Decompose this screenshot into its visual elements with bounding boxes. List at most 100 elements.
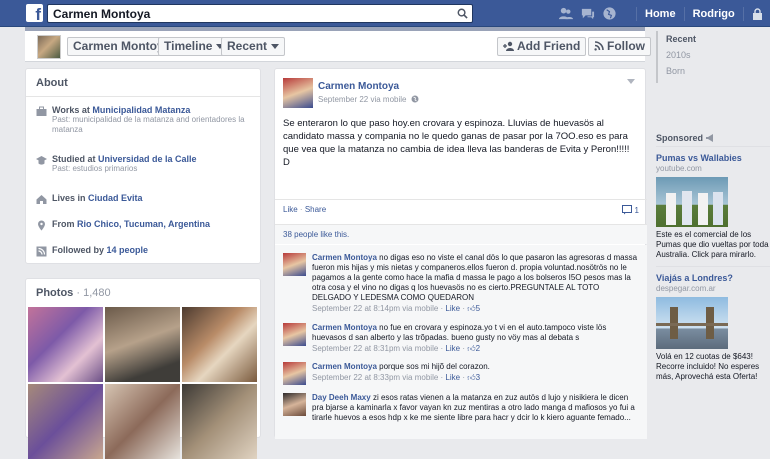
about-followers: Followed by 14 people [36,245,148,257]
photos-title[interactable]: Photos [36,287,73,299]
comment-author[interactable]: Day Deeh Maxy [312,393,371,402]
comment-avatar[interactable] [283,362,306,385]
comment-like-link[interactable]: Like [445,304,460,313]
briefcase-icon [36,106,47,116]
search-icon[interactable] [457,8,468,19]
photo-thumbnail[interactable] [28,384,103,459]
ad2-domain: despegar.com.ar [656,284,716,293]
add-friend-button[interactable]: Add Friend [497,37,587,56]
timeline-label: Timeline [164,39,213,53]
comment-meta: September 22 at 8:33pm via mobile · Like… [312,373,481,382]
lives-link[interactable]: Ciudad Evita [88,193,143,203]
timeline-scrubber: Recent 2010s Born [656,31,770,83]
comments-list: Carmen Montoya no digas eso no viste el … [275,245,647,439]
scrubber-item-born[interactable]: Born [666,63,770,79]
photo-thumbnail[interactable] [105,307,180,382]
search-input[interactable] [48,5,448,22]
comment-avatar[interactable] [283,323,306,346]
comment-author[interactable]: Carmen Montoya [312,323,377,332]
thumbs-up-icon: 👍︎ [467,373,476,382]
followers-link[interactable]: 14 people [107,245,149,255]
follow-button[interactable]: Follow [588,37,651,56]
likes-link[interactable]: 38 people like this. [283,230,349,239]
share-link[interactable]: Share [305,205,326,214]
about-title[interactable]: About [26,69,260,97]
add-friend-label: Add Friend [517,39,581,53]
like-link[interactable]: Like [283,205,298,214]
follow-label: Follow [607,39,645,53]
comment-bubble-icon [621,205,632,215]
profile-name-label: Carmen Montoya [73,39,171,53]
work-past: Past: municipalidad de la matanza and or… [52,115,245,134]
from-link[interactable]: Rio Chico, Tucuman, Argentina [77,219,210,229]
nav-profile-link[interactable]: Rodrigo [693,8,735,20]
recent-dropdown[interactable]: Recent [221,37,286,56]
comment-meta: September 22 at 8:14pm via mobile · Like… [312,304,481,313]
messages-icon[interactable] [580,6,595,21]
post-actions: Like · Share 1 [275,199,647,221]
post-timestamp: September 22 via mobile [318,95,419,104]
comment-like-link[interactable]: Like [445,344,460,353]
friend-requests-icon[interactable] [558,6,573,21]
ad2-image[interactable] [656,297,728,349]
privacy-globe-icon [411,95,419,103]
ad1-image[interactable] [656,177,728,227]
profile-header: Carmen Montoya Timeline Recent Add Frien… [25,31,651,62]
follow-rss-icon [594,41,604,51]
photo-thumbnail[interactable] [28,307,103,382]
comment-count[interactable]: 1 [621,205,639,215]
comment-author[interactable]: Carmen Montoya [312,362,377,371]
privacy-lock-icon[interactable] [752,7,763,20]
chevron-down-icon[interactable] [627,79,635,84]
post-body: Se enteraron lo que paso hoy.en crovara … [283,118,630,168]
about-lives: Lives in Ciudad Evita [36,193,143,205]
about-work: Works at Municipalidad Matanza Past: mun… [36,105,252,135]
thumbs-up-icon: 👍︎ [467,304,476,313]
ad2-title[interactable]: Viajás a Londres? [656,273,770,284]
comment-avatar[interactable] [283,393,306,416]
add-friend-icon [503,41,514,51]
timeline-dropdown[interactable]: Timeline [158,37,231,56]
comment-author[interactable]: Carmen Montoya [312,253,377,262]
comment-like-link[interactable]: Like [445,373,460,382]
work-link[interactable]: Municipalidad Matanza [92,105,190,115]
photo-thumbnail[interactable] [182,384,257,459]
education-link[interactable]: Universidad de la Calle [98,154,197,164]
comment-text: porque sos mi hijõ del corazon. [379,362,490,371]
ad2-text: Volá en 12 cuotas de $643! Recorre inclu… [656,352,760,381]
post-author-name[interactable]: Carmen Montoya [318,81,399,92]
sponsored-header: Sponsored [656,133,770,145]
education-past: Past: estudios primarios [52,164,138,173]
scrubber-item-2010s[interactable]: 2010s [666,47,770,63]
ad1-domain: youtube.com [656,164,702,173]
photo-thumbnail[interactable] [182,307,257,382]
scrubber-item-recent[interactable]: Recent [666,31,770,47]
photos-count: 1,480 [83,287,111,299]
timeline-post: Carmen Montoya September 22 via mobile S… [274,68,647,439]
recent-label: Recent [227,39,268,53]
graduation-cap-icon [36,156,47,165]
home-icon [36,195,47,204]
thumbs-up-icon: 👍︎ [467,344,476,353]
search-box[interactable] [47,4,473,23]
rss-followers-icon [36,246,47,257]
about-card: About Works at Municipalidad Matanza Pas… [25,68,261,264]
comment-avatar[interactable] [283,253,306,276]
likes-summary: 38 people like this. [275,224,647,244]
comment-meta: September 22 at 8:31pm via mobile · Like… [312,344,481,353]
notifications-globe-icon[interactable] [602,6,617,21]
location-pin-icon [38,220,45,231]
nav-home-link[interactable]: Home [645,8,676,20]
ad1-title[interactable]: Pumas vs Wallabies [656,153,770,164]
post-author-avatar[interactable] [283,78,313,108]
facebook-logo-icon[interactable]: f [26,4,43,22]
profile-picture-thumb[interactable] [37,35,61,59]
about-from: From Rio Chico, Tucuman, Argentina [36,219,210,231]
megaphone-icon [705,134,713,142]
about-education: Studied at Universidad de la Calle Past:… [36,154,197,174]
top-bar: f Home Rodrigo [0,0,770,27]
photo-thumbnail[interactable] [105,384,180,459]
ad1-text: Este es el comercial de los Pumas que di… [656,230,769,259]
chevron-down-icon [271,44,280,50]
sponsored-column: Sponsored Pumas vs Wallabies youtube.com… [656,133,770,382]
